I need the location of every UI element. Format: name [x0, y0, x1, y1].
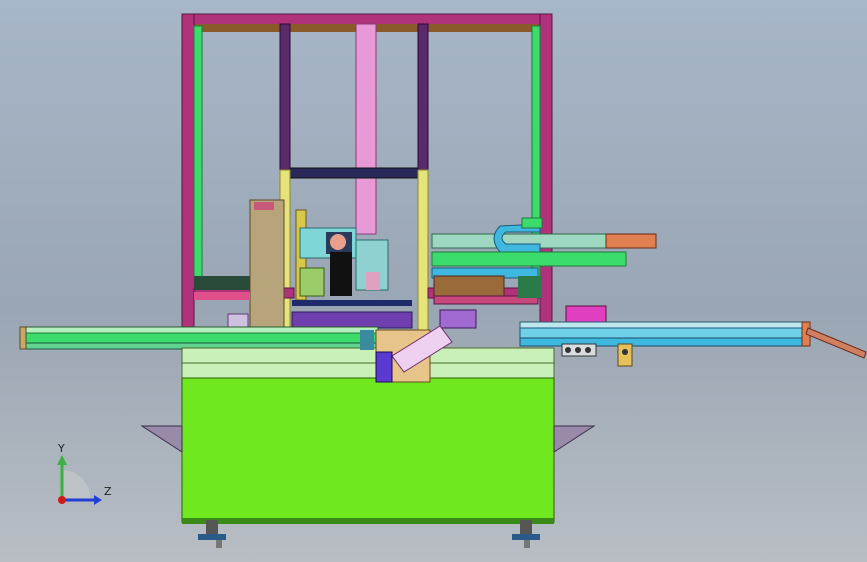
coordinate-triad	[57, 455, 102, 505]
machine-assembly-model[interactable]	[0, 0, 867, 562]
triad-y-label: Y	[58, 442, 65, 455]
cad-viewport[interactable]: Y Z	[0, 0, 867, 562]
idler-rollers	[561, 343, 597, 357]
triad-z-label: Z	[104, 485, 112, 498]
right-conveyor	[519, 321, 867, 367]
left-conveyor	[19, 326, 379, 350]
cabinet-base	[140, 347, 596, 548]
